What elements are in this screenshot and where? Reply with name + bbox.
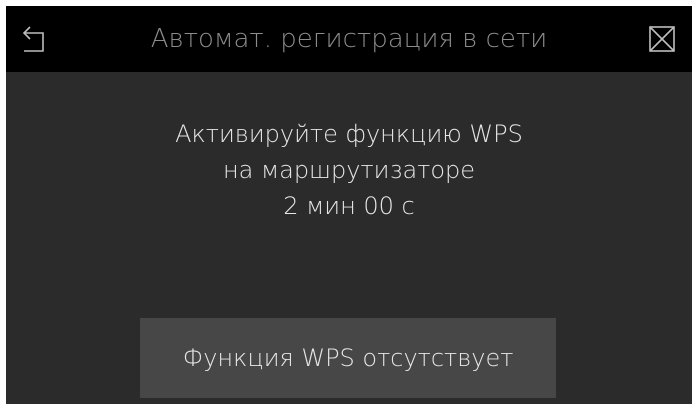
instruction-message: Активируйте функцию WPS на маршрутизатор… bbox=[6, 116, 692, 224]
close-icon bbox=[649, 26, 675, 52]
no-wps-button[interactable]: Функция WPS отсутствует bbox=[140, 318, 556, 398]
page-title: Автомат. регистрация в сети bbox=[150, 24, 548, 54]
back-button[interactable] bbox=[16, 20, 52, 58]
instruction-line-1: Активируйте функцию WPS bbox=[175, 120, 523, 148]
back-arrow-icon bbox=[22, 26, 44, 52]
wps-registration-screen: Автомат. регистрация в сети Активируйте … bbox=[6, 6, 692, 404]
close-button[interactable] bbox=[644, 20, 680, 58]
title-bar: Автомат. регистрация в сети bbox=[6, 6, 692, 72]
countdown-timer: 2 мин 00 с bbox=[283, 192, 415, 220]
instruction-line-2: на маршрутизаторе bbox=[222, 156, 476, 184]
